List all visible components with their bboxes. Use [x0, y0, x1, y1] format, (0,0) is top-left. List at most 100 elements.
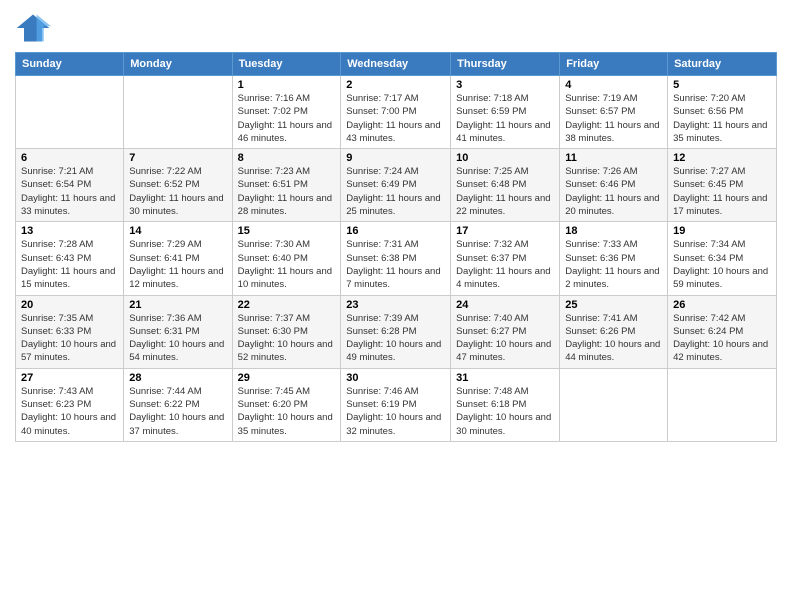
day-info: Sunrise: 7:19 AM Sunset: 6:57 PM Dayligh…: [565, 92, 662, 145]
day-info: Sunrise: 7:28 AM Sunset: 6:43 PM Dayligh…: [21, 238, 118, 291]
sunset: Sunset: 6:34 PM: [673, 253, 743, 264]
calendar-cell: 10 Sunrise: 7:25 AM Sunset: 6:48 PM Dayl…: [451, 149, 560, 222]
day-number: 7: [129, 152, 226, 164]
day-number: 6: [21, 152, 118, 164]
daylight: Daylight: 10 hours and 32 minutes.: [346, 412, 441, 436]
daylight: Daylight: 11 hours and 41 minutes.: [456, 120, 550, 144]
day-number: 27: [21, 372, 118, 384]
sunrise: Sunrise: 7:29 AM: [129, 239, 201, 250]
day-info: Sunrise: 7:48 AM Sunset: 6:18 PM Dayligh…: [456, 385, 554, 438]
daylight: Daylight: 11 hours and 20 minutes.: [565, 193, 659, 217]
calendar-cell: 30 Sunrise: 7:46 AM Sunset: 6:19 PM Dayl…: [341, 368, 451, 441]
daylight: Daylight: 11 hours and 2 minutes.: [565, 266, 659, 290]
calendar-cell: 24 Sunrise: 7:40 AM Sunset: 6:27 PM Dayl…: [451, 295, 560, 368]
day-number: 11: [565, 152, 662, 164]
day-number: 8: [238, 152, 336, 164]
calendar: SundayMondayTuesdayWednesdayThursdayFrid…: [15, 52, 777, 442]
daylight: Daylight: 11 hours and 12 minutes.: [129, 266, 223, 290]
sunrise: Sunrise: 7:31 AM: [346, 239, 418, 250]
day-number: 18: [565, 225, 662, 237]
daylight: Daylight: 11 hours and 4 minutes.: [456, 266, 550, 290]
day-info: Sunrise: 7:35 AM Sunset: 6:33 PM Dayligh…: [21, 312, 118, 365]
calendar-cell: 6 Sunrise: 7:21 AM Sunset: 6:54 PM Dayli…: [16, 149, 124, 222]
calendar-cell: 12 Sunrise: 7:27 AM Sunset: 6:45 PM Dayl…: [668, 149, 777, 222]
day-info: Sunrise: 7:25 AM Sunset: 6:48 PM Dayligh…: [456, 165, 554, 218]
sunset: Sunset: 6:30 PM: [238, 326, 308, 337]
day-number: 14: [129, 225, 226, 237]
daylight: Daylight: 10 hours and 59 minutes.: [673, 266, 768, 290]
day-number: 3: [456, 79, 554, 91]
day-info: Sunrise: 7:37 AM Sunset: 6:30 PM Dayligh…: [238, 312, 336, 365]
sunrise: Sunrise: 7:24 AM: [346, 166, 418, 177]
day-number: 17: [456, 225, 554, 237]
calendar-cell: 27 Sunrise: 7:43 AM Sunset: 6:23 PM Dayl…: [16, 368, 124, 441]
daylight: Daylight: 10 hours and 54 minutes.: [129, 339, 224, 363]
sunset: Sunset: 6:18 PM: [456, 399, 526, 410]
daylight: Daylight: 10 hours and 30 minutes.: [456, 412, 551, 436]
daylight: Daylight: 10 hours and 47 minutes.: [456, 339, 551, 363]
daylight: Daylight: 11 hours and 25 minutes.: [346, 193, 440, 217]
day-number: 4: [565, 79, 662, 91]
daylight: Daylight: 10 hours and 37 minutes.: [129, 412, 224, 436]
calendar-header-friday: Friday: [560, 53, 668, 76]
calendar-cell: [560, 368, 668, 441]
daylight: Daylight: 10 hours and 57 minutes.: [21, 339, 116, 363]
calendar-cell: 25 Sunrise: 7:41 AM Sunset: 6:26 PM Dayl…: [560, 295, 668, 368]
calendar-cell: 9 Sunrise: 7:24 AM Sunset: 6:49 PM Dayli…: [341, 149, 451, 222]
sunset: Sunset: 6:56 PM: [673, 106, 743, 117]
calendar-cell: 29 Sunrise: 7:45 AM Sunset: 6:20 PM Dayl…: [232, 368, 341, 441]
sunrise: Sunrise: 7:43 AM: [21, 386, 93, 397]
calendar-cell: 7 Sunrise: 7:22 AM Sunset: 6:52 PM Dayli…: [124, 149, 232, 222]
sunset: Sunset: 6:54 PM: [21, 179, 91, 190]
day-info: Sunrise: 7:42 AM Sunset: 6:24 PM Dayligh…: [673, 312, 771, 365]
day-info: Sunrise: 7:41 AM Sunset: 6:26 PM Dayligh…: [565, 312, 662, 365]
sunset: Sunset: 6:43 PM: [21, 253, 91, 264]
calendar-cell: [16, 76, 124, 149]
day-info: Sunrise: 7:29 AM Sunset: 6:41 PM Dayligh…: [129, 238, 226, 291]
day-number: 22: [238, 299, 336, 311]
day-number: 9: [346, 152, 445, 164]
calendar-header-wednesday: Wednesday: [341, 53, 451, 76]
calendar-cell: 4 Sunrise: 7:19 AM Sunset: 6:57 PM Dayli…: [560, 76, 668, 149]
sunrise: Sunrise: 7:30 AM: [238, 239, 310, 250]
day-number: 1: [238, 79, 336, 91]
sunrise: Sunrise: 7:33 AM: [565, 239, 637, 250]
sunset: Sunset: 6:27 PM: [456, 326, 526, 337]
daylight: Daylight: 11 hours and 46 minutes.: [238, 120, 332, 144]
sunset: Sunset: 6:51 PM: [238, 179, 308, 190]
daylight: Daylight: 10 hours and 52 minutes.: [238, 339, 333, 363]
sunset: Sunset: 6:36 PM: [565, 253, 635, 264]
day-info: Sunrise: 7:20 AM Sunset: 6:56 PM Dayligh…: [673, 92, 771, 145]
day-number: 10: [456, 152, 554, 164]
day-number: 26: [673, 299, 771, 311]
day-info: Sunrise: 7:39 AM Sunset: 6:28 PM Dayligh…: [346, 312, 445, 365]
sunset: Sunset: 6:31 PM: [129, 326, 199, 337]
day-number: 24: [456, 299, 554, 311]
day-number: 25: [565, 299, 662, 311]
day-number: 16: [346, 225, 445, 237]
day-info: Sunrise: 7:44 AM Sunset: 6:22 PM Dayligh…: [129, 385, 226, 438]
sunset: Sunset: 6:23 PM: [21, 399, 91, 410]
day-info: Sunrise: 7:43 AM Sunset: 6:23 PM Dayligh…: [21, 385, 118, 438]
sunrise: Sunrise: 7:17 AM: [346, 93, 418, 104]
page: SundayMondayTuesdayWednesdayThursdayFrid…: [0, 0, 792, 612]
sunrise: Sunrise: 7:40 AM: [456, 313, 528, 324]
day-number: 19: [673, 225, 771, 237]
calendar-cell: 15 Sunrise: 7:30 AM Sunset: 6:40 PM Dayl…: [232, 222, 341, 295]
calendar-cell: 31 Sunrise: 7:48 AM Sunset: 6:18 PM Dayl…: [451, 368, 560, 441]
calendar-header-tuesday: Tuesday: [232, 53, 341, 76]
calendar-header-saturday: Saturday: [668, 53, 777, 76]
day-info: Sunrise: 7:21 AM Sunset: 6:54 PM Dayligh…: [21, 165, 118, 218]
calendar-cell: 19 Sunrise: 7:34 AM Sunset: 6:34 PM Dayl…: [668, 222, 777, 295]
sunrise: Sunrise: 7:42 AM: [673, 313, 745, 324]
sunrise: Sunrise: 7:35 AM: [21, 313, 93, 324]
calendar-cell: [668, 368, 777, 441]
sunset: Sunset: 7:02 PM: [238, 106, 308, 117]
calendar-cell: 11 Sunrise: 7:26 AM Sunset: 6:46 PM Dayl…: [560, 149, 668, 222]
daylight: Daylight: 11 hours and 38 minutes.: [565, 120, 659, 144]
sunset: Sunset: 6:22 PM: [129, 399, 199, 410]
sunrise: Sunrise: 7:27 AM: [673, 166, 745, 177]
day-info: Sunrise: 7:36 AM Sunset: 6:31 PM Dayligh…: [129, 312, 226, 365]
calendar-week-row: 13 Sunrise: 7:28 AM Sunset: 6:43 PM Dayl…: [16, 222, 777, 295]
sunset: Sunset: 6:46 PM: [565, 179, 635, 190]
